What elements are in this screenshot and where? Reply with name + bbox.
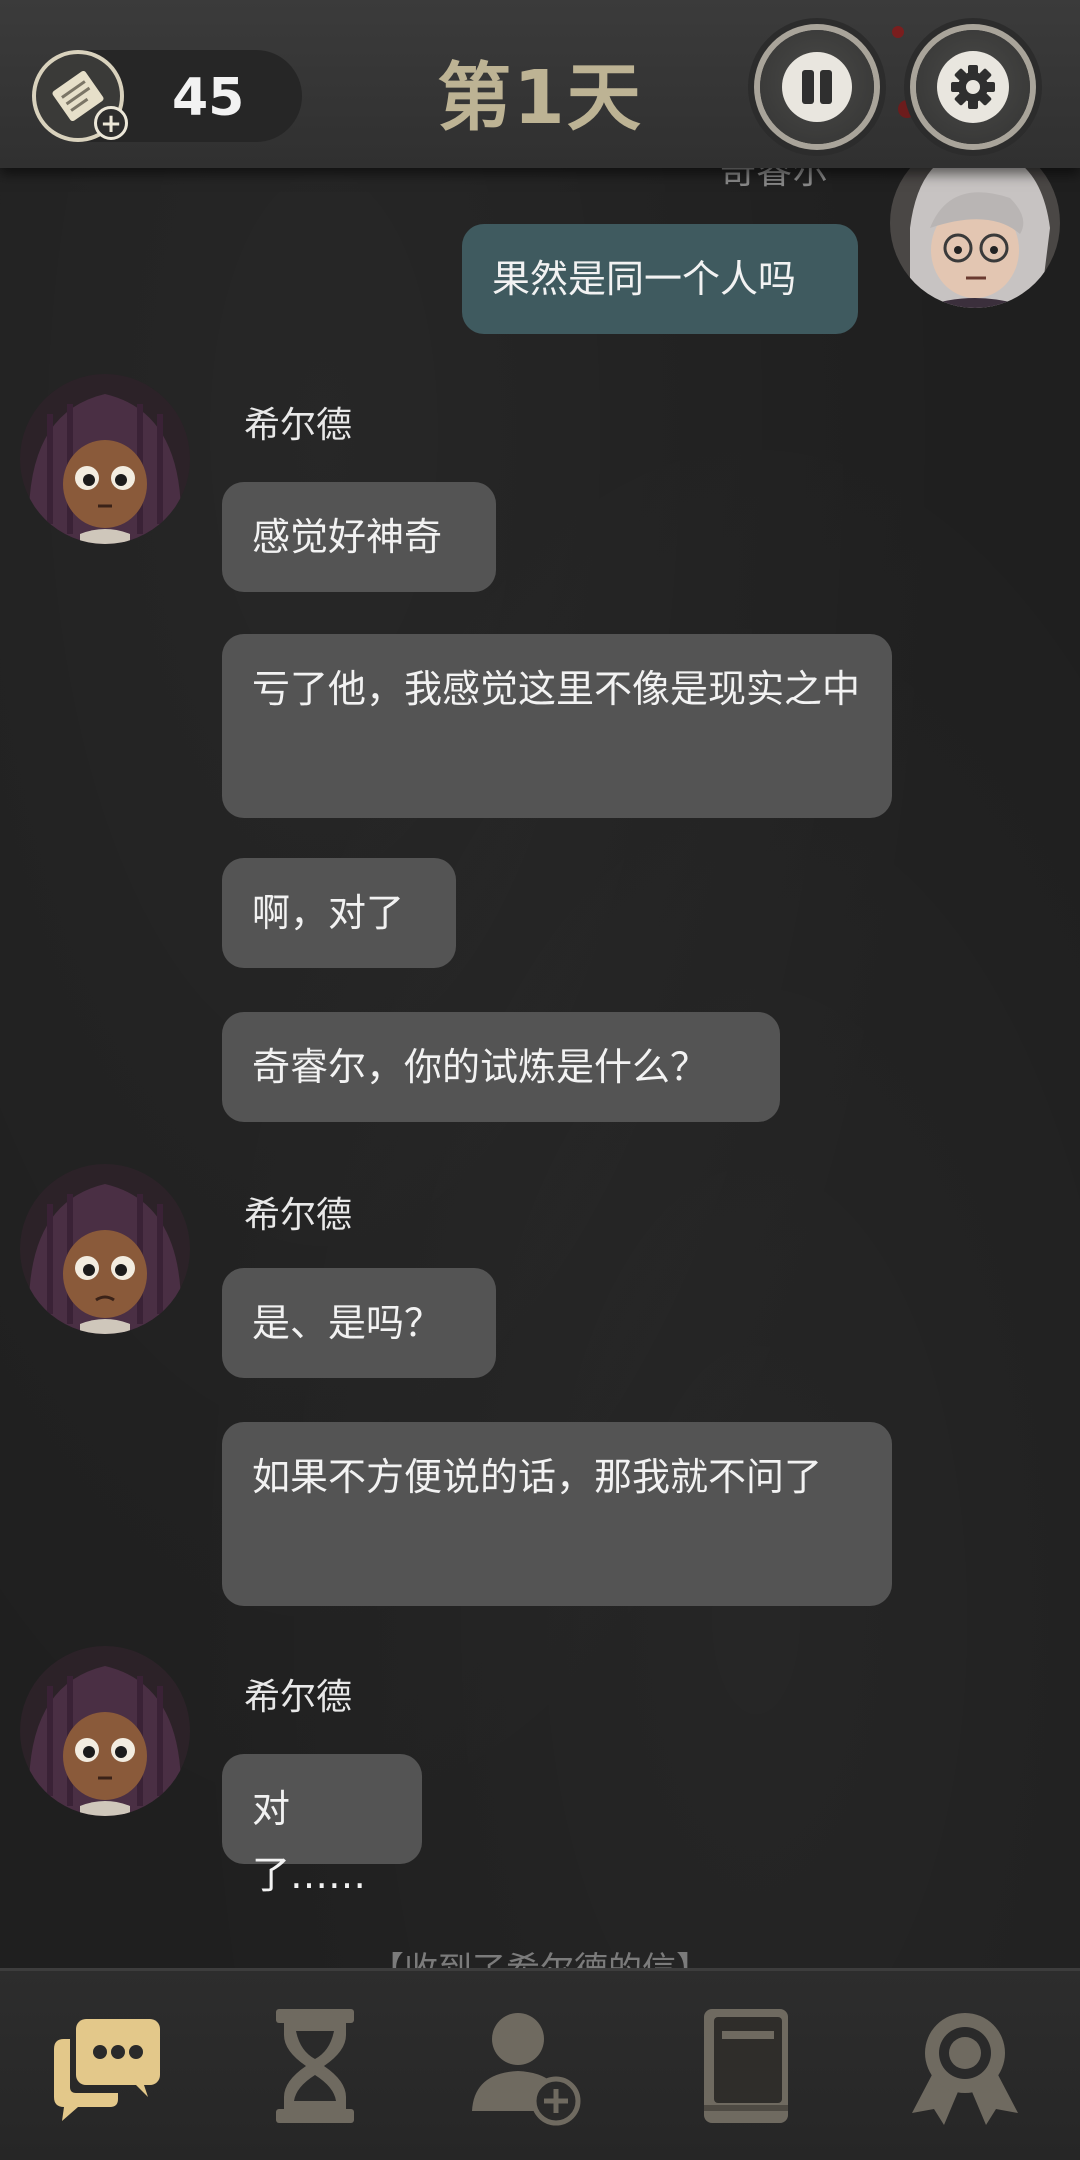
book-icon [704,2009,788,2123]
speaker-name: 希尔德 [244,1195,353,1236]
bottom-nav [0,1968,1080,2160]
nav-chat[interactable] [40,2001,170,2131]
nav-achievements[interactable] [900,2001,1030,2131]
achievement-icon [912,2013,1018,2125]
hourglass-icon [276,2009,354,2123]
speaker-name: 希尔德 [244,1677,353,1718]
pause-bar [820,70,832,104]
avatar-hilde[interactable] [20,1164,190,1334]
chat-icon [54,2019,160,2121]
gear-icon [937,51,1009,123]
message-bubble[interactable]: 啊，对了 [222,858,456,968]
speaker-name: 希尔德 [244,405,353,446]
message-bubble[interactable]: 对了…… [222,1754,422,1897]
chat-log[interactable]: 奇睿尔 果然是同一个人吗 希尔德 感觉好神奇 亏了他，我感觉这里不像是现实之中 … [0,138,1080,1928]
settings-button[interactable] [916,30,1030,144]
avatar-hilde[interactable] [20,374,190,544]
message-bubble-self[interactable]: 果然是同一个人吗 [462,224,858,334]
nav-book[interactable] [680,2001,810,2131]
add-friend-icon [472,2013,581,2126]
pause-button[interactable] [760,30,874,144]
top-bar: + 45 第1天 [0,0,1080,168]
message-bubble[interactable]: 感觉好神奇 [222,482,496,592]
pause-bar [802,70,814,104]
message-bubble[interactable]: 是、是吗？ [222,1268,496,1378]
blood-splatter [898,100,916,118]
nav-add-friend[interactable] [460,2001,590,2131]
blood-splatter [892,26,904,38]
message-bubble[interactable]: 奇睿尔，你的试炼是什么？ [222,1012,780,1122]
letter-received-notice[interactable]: 【收到了希尔德的信】 [0,1930,1080,1970]
game-screen: + 45 第1天 奇睿尔 果然是同一个人吗 希尔德 感觉好神奇 亏了他，我感觉这… [0,0,1080,2160]
message-bubble[interactable]: 如果不方便说的话，那我就不问了 [222,1422,892,1606]
message-bubble[interactable]: 亏了他，我感觉这里不像是现实之中 [222,634,892,818]
nav-hourglass[interactable] [250,2001,380,2131]
avatar-hilde[interactable] [20,1646,190,1816]
pause-icon [782,52,852,122]
